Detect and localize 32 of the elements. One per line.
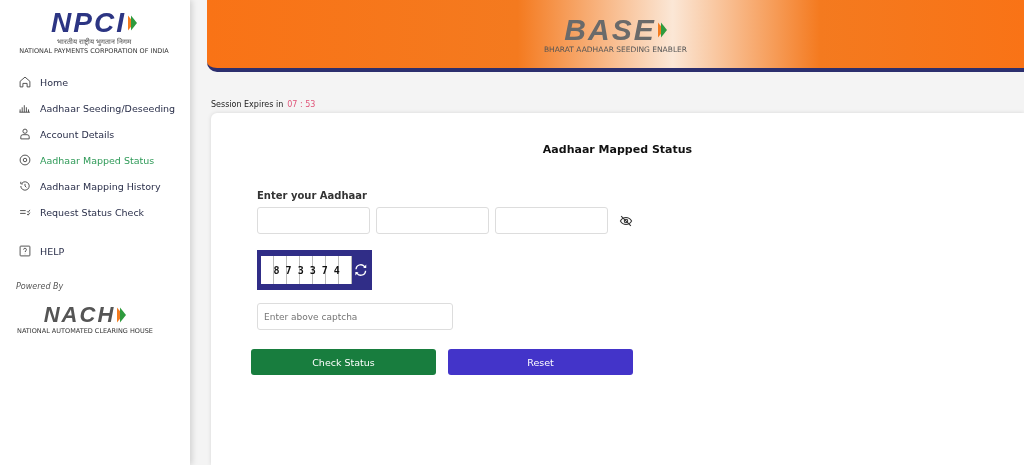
check-status-button[interactable]: Check Status <box>251 349 436 375</box>
refresh-icon[interactable] <box>354 263 368 277</box>
nav-item[interactable]: HELP <box>0 238 65 264</box>
logo-wordmark: NACH <box>43 303 116 327</box>
session-label: Session Expires in <box>211 100 284 109</box>
input-field[interactable] <box>376 207 489 234</box>
nav-item[interactable]: Account Details <box>0 121 115 147</box>
home-icon <box>18 75 32 89</box>
powered-by-text: Powered By <box>16 282 65 291</box>
session-timer: 07 : 53 <box>287 100 316 109</box>
eye-off-icon[interactable] <box>619 213 633 228</box>
target-icon <box>18 153 32 167</box>
input-field[interactable] <box>495 207 608 234</box>
help-icon <box>18 244 32 258</box>
reset-button[interactable]: Reset <box>448 349 633 375</box>
nav-item[interactable]: Aadhaar Seeding/Deseeding <box>0 95 176 121</box>
logo-wordmark: NPCI <box>51 8 126 38</box>
page-title: Aadhaar Mapped Status <box>541 143 694 156</box>
nav-item[interactable]: Aadhaar Mapped Status <box>0 147 155 173</box>
field-label: Enter your Aadhaar <box>257 190 369 201</box>
arrow-mark-icon <box>657 21 667 39</box>
input-field[interactable] <box>257 207 370 234</box>
nav-item[interactable]: Home <box>0 69 69 95</box>
nav-item[interactable]: Request Status Check <box>0 199 145 225</box>
history-icon <box>18 179 32 193</box>
nav-item[interactable]: Aadhaar Mapping History <box>0 173 161 199</box>
arrow-mark-icon <box>117 306 127 324</box>
captcha-text: 8 7 3 3 7 4 <box>273 264 340 276</box>
people-icon <box>18 127 32 141</box>
logo-wordmark: BASE <box>564 14 656 46</box>
arrow-mark-icon <box>127 14 137 32</box>
captcha-field[interactable]: Enter above captcha <box>257 303 453 330</box>
